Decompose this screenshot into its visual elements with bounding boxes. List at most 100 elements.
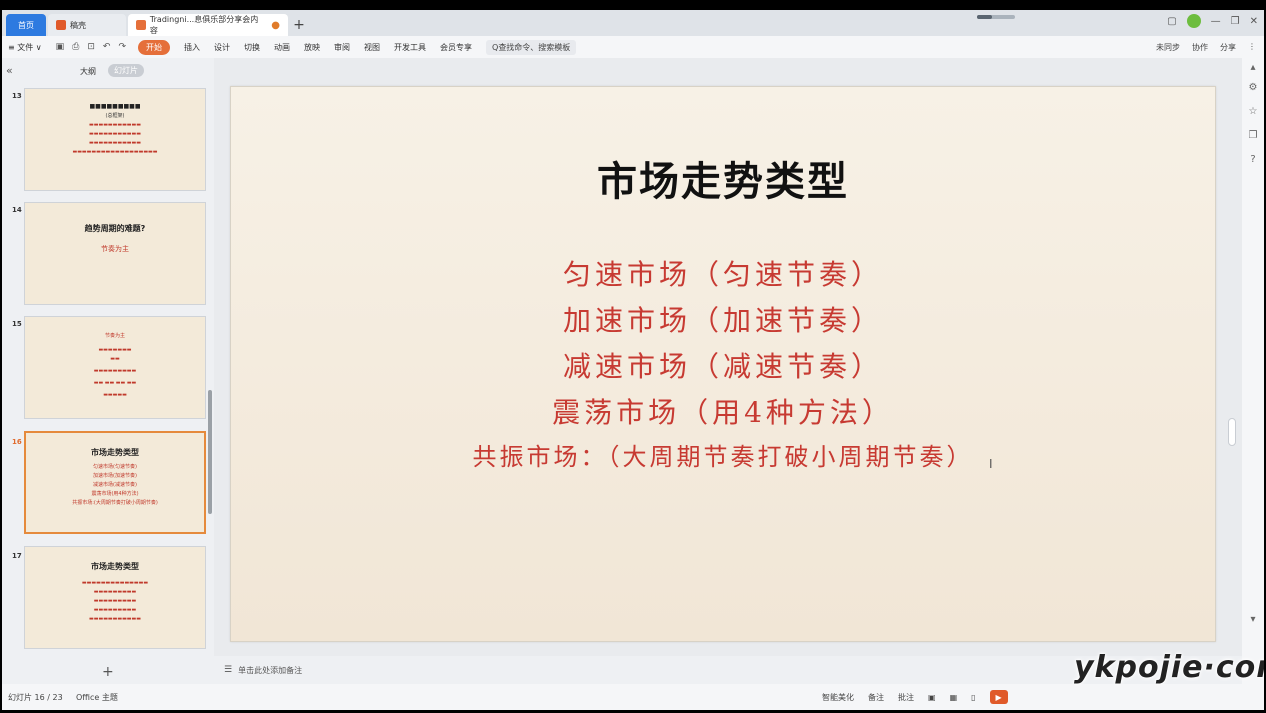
menu-bar: ≡ 文件 ∨ ▣ ⎙ ⊡ ↶ ↷ 开始 插入 设计 切换 动画 放映 审阅 视图… xyxy=(2,36,1264,58)
notes-placeholder: 单击此处添加备注 xyxy=(238,665,303,675)
progress-bar xyxy=(977,15,1015,19)
thumb-line: ▬▬▬▬▬▬▬▬▬▬▬ xyxy=(89,122,141,128)
thumb-line: ▬▬▬▬▬▬▬▬▬▬▬ xyxy=(89,131,141,137)
thumb-line: ▬▬ ▬▬ ▬▬ ▬▬ xyxy=(93,380,137,386)
menu-design[interactable]: 设计 xyxy=(214,42,230,53)
beautify-button[interactable]: 智能美化 xyxy=(822,692,854,703)
thumb-line: 减速市场(减速节奏) xyxy=(93,482,137,488)
scroll-down-icon[interactable]: ▾ xyxy=(1247,614,1259,626)
draft-icon xyxy=(56,20,66,30)
command-search[interactable]: Q查找命令、搜索模板 xyxy=(486,39,577,55)
menu-insert[interactable]: 插入 xyxy=(184,42,200,53)
thumb-line: ▬▬▬▬▬▬▬▬▬▬▬▬▬▬ xyxy=(81,580,149,586)
tab-draft-label: 稿壳 xyxy=(70,20,86,30)
menu-view[interactable]: 视图 xyxy=(364,42,380,53)
text-cursor-icon: I xyxy=(989,457,993,471)
thumb-line: ▬▬▬▬▬▬▬▬▬▬▬▬▬▬▬▬▬▬ xyxy=(72,149,158,155)
slide-thumbnail-16[interactable]: 市场走势类型 匀速市场(匀速节奏) 加速市场(加速节奏) 减速市场(减速节奏) … xyxy=(24,431,206,534)
slide-line[interactable]: 减速市场（减速节奏） xyxy=(231,345,1215,385)
thumb-line: ▬▬▬▬▬▬▬▬▬ xyxy=(93,589,137,595)
thumb-line: 匀速市场(匀速节奏) xyxy=(93,464,137,470)
help-icon[interactable]: ? xyxy=(1247,154,1259,166)
window-controls: ▢ — ❐ ✕ xyxy=(1167,14,1258,28)
adjust-icon[interactable]: ⚙ xyxy=(1247,82,1259,94)
preview-icon[interactable]: ⊡ xyxy=(87,42,95,52)
thumb-line: ▬▬▬▬▬ xyxy=(103,392,127,398)
redo-icon[interactable]: ↷ xyxy=(118,42,126,52)
slide-counter: 幻灯片 16 / 23 xyxy=(8,692,63,702)
grid-view-icon[interactable]: ▦ xyxy=(950,693,958,702)
tab-document[interactable]: Tradingni...息俱乐部分享会内容 ● xyxy=(128,14,288,36)
tab-start[interactable]: 开始 xyxy=(138,39,171,55)
menu-slideshow[interactable]: 放映 xyxy=(304,42,320,53)
sync-status[interactable]: 未同步 xyxy=(1156,42,1180,53)
undo-icon[interactable]: ↶ xyxy=(103,42,111,52)
restore-icon[interactable]: ❐ xyxy=(1231,16,1240,27)
thumb-line: ▬▬▬▬▬▬▬▬▬ xyxy=(93,598,137,604)
share-button[interactable]: 分享 xyxy=(1220,42,1236,53)
tab-document-label: Tradingni...息俱乐部分享会内容 xyxy=(149,15,259,35)
collapse-panel-icon[interactable]: « xyxy=(6,64,13,77)
slide-thumbnail-13[interactable]: ■■■■■■■■■ (总框架) ▬▬▬▬▬▬▬▬▬▬▬ ▬▬▬▬▬▬▬▬▬▬▬ … xyxy=(24,88,206,191)
thumb-line: 震荡市场(用4种方法) xyxy=(91,491,139,497)
menu-animation[interactable]: 动画 xyxy=(274,42,290,53)
presentation-icon xyxy=(136,20,146,30)
slide-thumbnail-17[interactable]: 市场走势类型 ▬▬▬▬▬▬▬▬▬▬▬▬▬▬ ▬▬▬▬▬▬▬▬▬ ▬▬▬▬▬▬▬▬… xyxy=(24,546,206,649)
scroll-up-icon[interactable]: ▴ xyxy=(1247,62,1259,74)
status-right: 智能美化 备注 批注 ▣ ▦ ▯ ▶ xyxy=(822,690,1008,704)
slide-line[interactable]: 共振市场：（大周期节奏打破小周期节奏） xyxy=(231,437,1215,472)
panel-scrollbar[interactable] xyxy=(208,390,212,514)
thumb-line: ▬▬▬▬▬▬▬▬▬ xyxy=(93,368,137,374)
right-tool-rail: ▴ ⚙ ☆ ❐ ? ▾ xyxy=(1242,58,1264,684)
slide-number: 14 xyxy=(12,206,22,214)
slide-thumbnail-14[interactable]: 趋势周期的难题? 节奏为主 xyxy=(24,202,206,305)
add-slide-button[interactable]: + xyxy=(102,664,114,680)
copy-icon[interactable]: ❐ xyxy=(1247,130,1259,142)
slide-title[interactable]: 市场走势类型 xyxy=(231,149,1215,207)
tab-draft[interactable]: 稿壳 xyxy=(48,14,126,36)
thumb-line: ▬▬▬▬▬▬▬▬▬▬▬ xyxy=(89,616,141,622)
quick-access: ▣ ⎙ ⊡ ↶ ↷ xyxy=(56,42,126,52)
menu-review[interactable]: 审阅 xyxy=(334,42,350,53)
slide-thumbnail-15[interactable]: 节奏为主 ▬▬▬▬▬▬▬ ▬▬ ▬▬▬▬▬▬▬▬▬ ▬▬ ▬▬ ▬▬ ▬▬ ▬▬… xyxy=(24,316,206,419)
thumb-line: ▬▬▬▬▬▬▬▬▬▬▬ xyxy=(89,140,141,146)
theme-name[interactable]: Office 主题 xyxy=(76,692,118,703)
notes-icon: ☰ xyxy=(224,665,233,675)
normal-view-icon[interactable]: ▣ xyxy=(928,693,936,702)
pin-icon[interactable]: ☆ xyxy=(1247,106,1259,118)
collab-button[interactable]: 协作 xyxy=(1192,42,1208,53)
menu-developer[interactable]: 开发工具 xyxy=(394,42,426,53)
avatar[interactable] xyxy=(1186,14,1201,28)
close-icon[interactable]: ✕ xyxy=(1250,16,1258,27)
slide-line[interactable]: 匀速市场（匀速节奏） xyxy=(231,253,1215,293)
slide-number: 17 xyxy=(12,552,22,560)
panel-header: « 大纲 幻灯片 xyxy=(2,58,214,82)
play-slideshow-icon[interactable]: ▶ xyxy=(989,690,1008,704)
menu-member[interactable]: 会员专享 xyxy=(440,42,472,53)
thumb-title: 趋势周期的难题? xyxy=(84,224,146,233)
layout-icon[interactable]: ▢ xyxy=(1167,16,1176,27)
new-tab-button[interactable]: + xyxy=(288,14,310,36)
thumb-line: ▬▬▬▬▬▬▬▬▬ xyxy=(93,607,137,613)
thumb-line: 共振市场:(大周期节奏打破小周期节奏) xyxy=(72,500,158,506)
menu-transition[interactable]: 切换 xyxy=(244,42,260,53)
current-slide[interactable]: 市场走势类型 匀速市场（匀速节奏） 加速市场（加速节奏） 减速市场（减速节奏） … xyxy=(230,86,1216,642)
tab-bar: 首页 稿壳 Tradingni...息俱乐部分享会内容 ● + ▢ — ❐ ✕ xyxy=(2,10,1264,36)
slide-line[interactable]: 加速市场（加速节奏） xyxy=(231,299,1215,339)
save-icon[interactable]: ▣ xyxy=(56,42,65,52)
tab-outline[interactable]: 大纲 xyxy=(80,66,96,77)
print-icon[interactable]: ⎙ xyxy=(72,42,79,52)
more-icon[interactable]: ⋮ xyxy=(1248,42,1256,53)
tab-slides[interactable]: 幻灯片 xyxy=(108,64,144,77)
tab-home[interactable]: 首页 xyxy=(6,14,46,36)
slide-number-active: 16 xyxy=(12,438,22,446)
reading-view-icon[interactable]: ▯ xyxy=(971,693,975,702)
slide-panel: « 大纲 幻灯片 13 ■■■■■■■■■ (总框架) ▬▬▬▬▬▬▬▬▬▬▬ … xyxy=(2,58,214,684)
tab-home-label: 首页 xyxy=(18,20,34,30)
file-menu[interactable]: ≡ 文件 ∨ xyxy=(8,42,42,53)
comments-toggle[interactable]: 批注 xyxy=(898,692,914,703)
canvas-scrollbar[interactable] xyxy=(1228,418,1236,446)
minimize-icon[interactable]: — xyxy=(1211,16,1221,27)
slide-line[interactable]: 震荡市场（用4种方法） xyxy=(231,391,1215,431)
notes-toggle[interactable]: 备注 xyxy=(868,692,884,703)
